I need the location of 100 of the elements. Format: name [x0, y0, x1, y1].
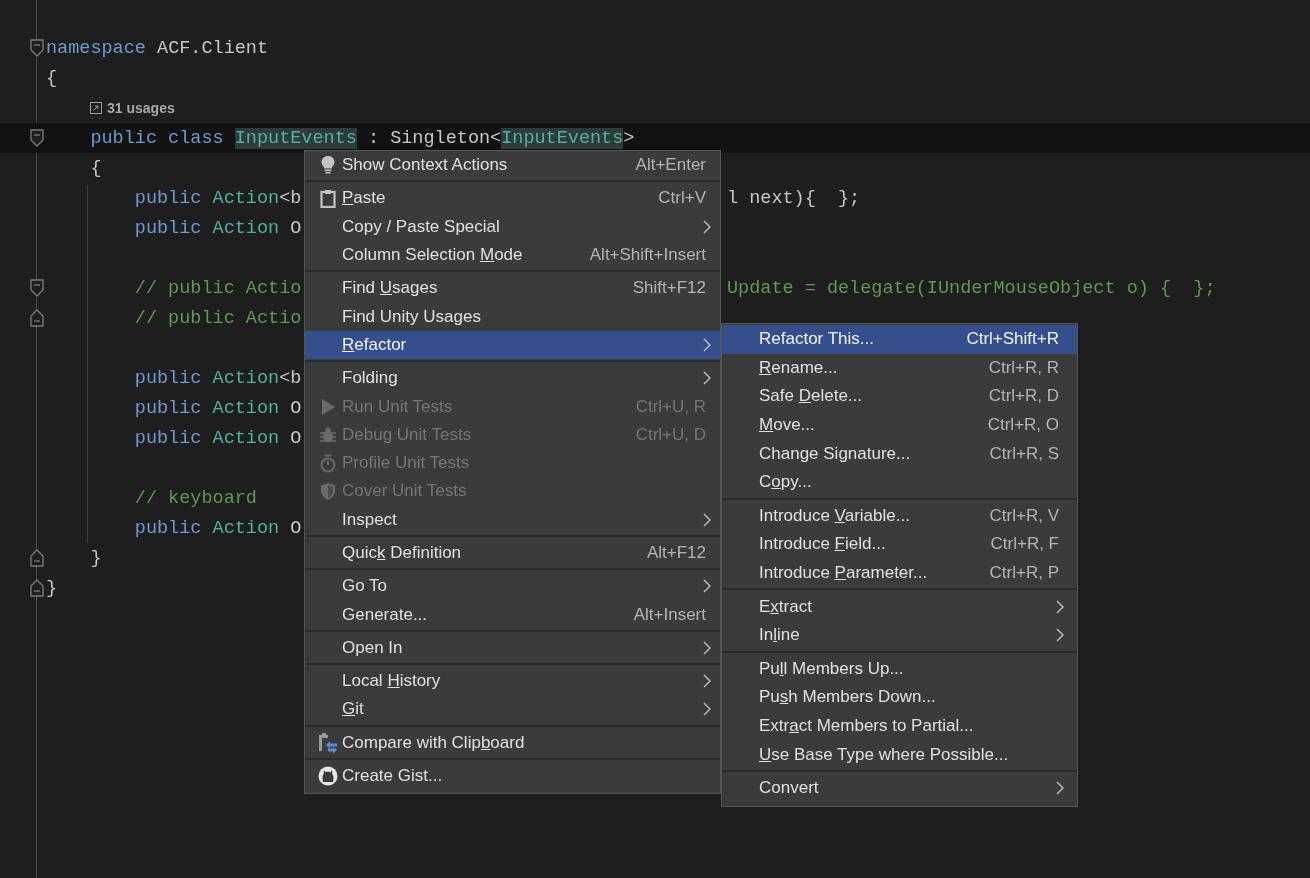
menu-item[interactable]: Column Selection Mode Alt+Shift+Insert: [305, 240, 720, 270]
code-token: namespace: [46, 37, 146, 59]
menu-item-label: Find Unity Usages: [342, 306, 481, 327]
menu-item-label: Paste: [342, 188, 386, 209]
shortcut-label: Alt+Shift+Insert: [589, 245, 706, 266]
menu-item[interactable]: Compare with Clipboard: [305, 728, 720, 757]
menu-item[interactable]: Introduce Field... Ctrl+R, F: [722, 530, 1077, 559]
fold-icon[interactable]: [30, 39, 44, 57]
menu-item[interactable]: Introduce Variable... Ctrl+R, V: [722, 501, 1077, 531]
code-token: InputEvents: [501, 127, 624, 149]
usages-link[interactable]: 31 usages: [107, 100, 175, 116]
menu-item[interactable]: Introduce Parameter... Ctrl+R, P: [722, 558, 1077, 588]
menu-item-label: Debug Unit Tests: [342, 424, 472, 445]
code-token: Action: [212, 397, 280, 419]
menu-item-label: Refactor This...: [759, 329, 874, 350]
menu-item[interactable]: Change Signature... Ctrl+R, S: [722, 439, 1077, 468]
code-token: {: [89, 157, 102, 179]
menu-item[interactable]: Refactor This... Ctrl+Shift+R: [722, 325, 1077, 354]
menu-item[interactable]: Folding: [305, 364, 720, 393]
fold-end-icon[interactable]: [30, 309, 44, 327]
lightbulb-icon: [319, 155, 336, 176]
play-icon: [319, 397, 336, 416]
shortcut-label: Ctrl+R, R: [988, 357, 1059, 378]
menu-item[interactable]: Extract: [722, 592, 1077, 621]
menu-item-label: Folding: [342, 368, 398, 389]
shortcut-label: Ctrl+R, D: [988, 386, 1059, 407]
menu-item[interactable]: Inline: [722, 620, 1077, 650]
code-token: public: [133, 517, 203, 539]
menu-item[interactable]: Git: [305, 695, 720, 724]
menu-item[interactable]: Inspect: [305, 505, 720, 534]
code-token: // public Actio: [133, 307, 302, 329]
menu-item[interactable]: Open In: [305, 633, 720, 663]
menu-item-label: Quick Definition: [342, 543, 462, 563]
code-token: public: [133, 367, 203, 389]
menu-item[interactable]: Find Unity Usages: [305, 302, 720, 331]
menu-item[interactable]: Extract Members to Partial...: [722, 711, 1077, 741]
menu-item[interactable]: Go To: [305, 572, 720, 601]
menu-item[interactable]: Push Members Down...: [722, 683, 1077, 712]
menu-item-label: Cover Unit Tests: [342, 481, 467, 502]
shortcut-label: Alt+Insert: [633, 604, 706, 625]
shortcut-label: Ctrl+U, D: [635, 424, 706, 445]
code-token: O: [289, 517, 302, 539]
bug-icon: [318, 425, 337, 444]
code-token: ACF.Client: [156, 37, 269, 59]
menu-item[interactable]: Create Gist...: [305, 761, 720, 791]
menu-item-label: Move...: [759, 415, 815, 436]
menu-item-label: Local History: [342, 671, 441, 692]
menu-item[interactable]: Use Base Type where Possible...: [722, 740, 1077, 769]
shortcut-label: Ctrl+R, F: [990, 534, 1059, 555]
menu-item[interactable]: Local History: [305, 667, 720, 696]
shortcut-label: Ctrl+R, S: [989, 443, 1059, 464]
menu-item[interactable]: Pull Members Up...: [722, 654, 1077, 684]
menu-item-label: Inspect: [342, 509, 397, 530]
code-token: Action: [212, 367, 280, 389]
stopwatch-icon: [318, 453, 337, 473]
shortcut-label: Shift+F12: [632, 278, 706, 299]
shortcut-label: Ctrl+R, V: [989, 505, 1059, 526]
compare-icon: [316, 731, 339, 754]
menu-item[interactable]: Show Context Actions Alt+Enter: [305, 151, 720, 180]
code-token: >: [623, 127, 635, 149]
menu-item[interactable]: Copy...: [722, 467, 1077, 497]
menu-item-label: Column Selection Mode: [342, 245, 523, 266]
code-token: }: [46, 577, 58, 599]
menu-item-label: Convert: [759, 778, 819, 799]
shortcut-label: Ctrl+R, P: [989, 563, 1059, 584]
fold-icon[interactable]: [30, 129, 44, 147]
menu-item[interactable]: Rename... Ctrl+R, R: [722, 353, 1077, 383]
menu-item[interactable]: Paste Ctrl+V: [305, 184, 720, 213]
menu-item-label: Run Unit Tests: [342, 396, 453, 417]
menu-item-label: Compare with Clipboard: [342, 732, 525, 753]
menu-item-label: Inline: [759, 625, 800, 646]
menu-item-label: Rename...: [759, 357, 838, 378]
fold-icon[interactable]: [30, 279, 44, 297]
menu-item[interactable]: Convert: [722, 773, 1077, 803]
fold-end-icon[interactable]: [30, 549, 44, 567]
menu-item[interactable]: Quick Definition Alt+F12: [305, 538, 720, 568]
menu-item[interactable]: Refactor: [305, 330, 720, 360]
menu-item-label: Extract: [759, 596, 812, 617]
code-token: public: [133, 187, 203, 209]
shortcut-label: Alt+Enter: [635, 155, 706, 176]
code-token: Action: [212, 517, 280, 539]
menu-item[interactable]: Move... Ctrl+R, O: [722, 410, 1077, 440]
code-token: // keyboard: [133, 487, 257, 509]
code-token: public class: [89, 127, 225, 149]
menu-item-label: Git: [342, 699, 364, 720]
code-token: O: [289, 217, 302, 239]
code-token: <b: [279, 187, 302, 209]
menu-item[interactable]: Find Usages Shift+F12: [305, 274, 720, 303]
menu-item-label: Extract Members to Partial...: [759, 716, 974, 736]
menu-item-label: Generate...: [342, 604, 428, 625]
shield-icon: [319, 481, 336, 501]
menu-item[interactable]: Copy / Paste Special: [305, 212, 720, 241]
menu-item[interactable]: Safe Delete... Ctrl+R, D: [722, 382, 1077, 411]
menu-item[interactable]: Generate... Alt+Insert: [305, 600, 720, 629]
menu-item-label: Push Members Down...: [759, 687, 936, 708]
menu-item-label: Profile Unit Tests: [342, 453, 470, 474]
shortcut-label: Ctrl+V: [658, 188, 706, 209]
fold-end-icon[interactable]: [30, 579, 44, 597]
code-token: // public Actio: [133, 277, 302, 299]
code-token: public: [133, 427, 203, 449]
